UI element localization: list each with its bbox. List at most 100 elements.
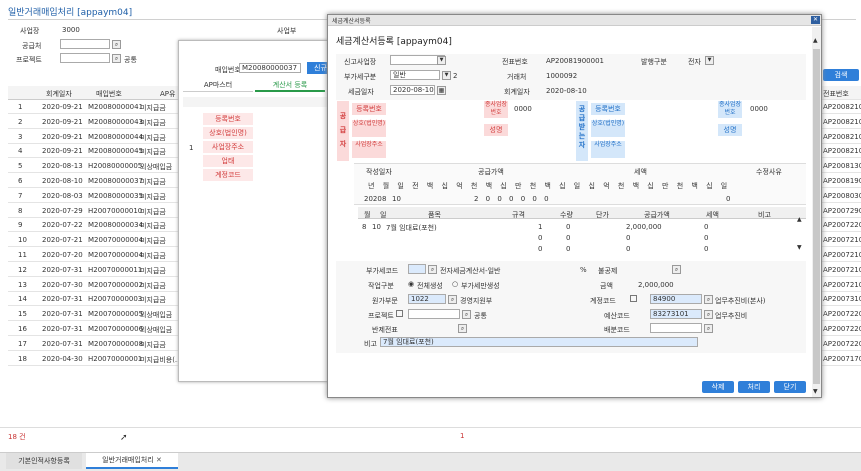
vendor-input[interactable] — [60, 39, 110, 49]
vat-select[interactable]: 일반 — [390, 70, 440, 80]
right-col-row[interactable]: AP20071700 — [818, 351, 861, 366]
acct-code-input[interactable]: 84900 — [650, 294, 702, 304]
table-row[interactable]: 8 2020-07-29 H20070000010 미지급금 — [8, 204, 184, 218]
table-row[interactable]: 11 2020-07-20 M20070000004 미지급금 — [8, 248, 184, 262]
items-scrollbar[interactable] — [819, 209, 827, 257]
close-button[interactable]: 닫기 — [774, 381, 806, 393]
vat-code-input[interactable] — [408, 264, 426, 274]
dist-input[interactable] — [650, 323, 702, 333]
right-col-row[interactable]: AP20082100 — [818, 144, 861, 159]
item-supply[interactable]: 0 — [626, 234, 630, 242]
right-col-row[interactable]: AP20072200 — [818, 307, 861, 322]
vat-chevron-down-icon[interactable]: ▼ — [442, 71, 451, 80]
orig-dept-search-icon[interactable]: ⌕ — [448, 295, 457, 304]
table-row[interactable]: 7 2020-08-03 M20080000035 미지급금 — [8, 189, 184, 203]
row-date: 2020-07-31 — [42, 265, 83, 274]
project-checkbox[interactable] — [396, 310, 403, 317]
vat-code-search-icon[interactable]: ⌕ — [428, 265, 437, 274]
right-col-row[interactable]: AP20082100 — [818, 114, 861, 129]
item-price[interactable]: 0 — [566, 245, 570, 253]
table-row[interactable]: 14 2020-07-31 H20070000003 미지급금 — [8, 292, 184, 307]
right-col-row[interactable]: AP20072200 — [818, 322, 861, 336]
row-date: 2020-04-30 — [42, 354, 83, 363]
orig-dept-input[interactable]: 1022 — [408, 294, 446, 304]
vendor-search-icon[interactable]: ⌕ — [112, 40, 121, 49]
items-scroll-down-icon[interactable]: ▼ — [797, 244, 802, 251]
item-supply[interactable]: 2,000,000 — [626, 223, 662, 231]
opt-all-radio[interactable]: ◉ — [408, 280, 414, 288]
item-name[interactable]: 7월 임대료(포천) — [386, 223, 437, 233]
budget-input[interactable]: 83273101 — [650, 309, 702, 319]
memo-input[interactable]: 7월 임대료(포천) — [380, 337, 698, 347]
rpt-bizplace-chevron-down-icon[interactable]: ▼ — [437, 56, 446, 65]
tax-date-input[interactable]: 2020-08-10 — [390, 85, 435, 95]
table-row[interactable]: 10 2020-07-21 M20070000004 미지급금 — [8, 233, 184, 248]
item-qty[interactable]: 0 — [538, 234, 542, 242]
right-col-row[interactable]: AP20073100 — [818, 292, 861, 307]
scroll-up-icon[interactable]: ▲ — [813, 37, 818, 44]
purchase-no-input[interactable]: M20080000037 — [239, 63, 301, 73]
row-date: 2020-08-13 — [42, 162, 83, 171]
row-date: 2020-07-31 — [42, 339, 83, 348]
right-col-row[interactable]: AP20082100 — [818, 100, 861, 114]
tab-basic-info[interactable]: 기본인적사항등록 — [6, 453, 82, 469]
item-tax[interactable]: 0 — [704, 245, 708, 253]
right-col-row[interactable]: AP20072100 — [818, 262, 861, 277]
right-col-row[interactable]: AP20072200 — [818, 336, 861, 351]
acct-code-search-icon[interactable]: ⌕ — [704, 295, 713, 304]
right-col-row[interactable]: AP20072100 — [818, 277, 861, 292]
table-row[interactable]: 2 2020-09-21 M20080000043 미지급금 — [8, 115, 184, 129]
item-price[interactable]: 0 — [566, 223, 570, 231]
item-qty[interactable]: 0 — [538, 245, 542, 253]
right-col-row[interactable]: AP20080300 — [818, 188, 861, 203]
digit-label: 천 — [676, 182, 684, 190]
project-search-icon[interactable]: ⌕ — [112, 54, 121, 63]
return-search-icon[interactable]: ⌕ — [458, 324, 467, 333]
item-m[interactable]: 8 — [362, 223, 366, 231]
project-input-dlg[interactable] — [408, 309, 460, 319]
process-button[interactable]: 처리 — [738, 381, 770, 393]
calendar-icon[interactable]: ▦ — [437, 86, 446, 95]
project-input[interactable] — [60, 53, 110, 63]
opt-vat-radio[interactable]: ○ — [452, 280, 458, 288]
search-button[interactable]: 검색 — [823, 69, 859, 81]
deduct-search-icon[interactable]: ⌕ — [672, 265, 681, 274]
table-row[interactable]: 5 2020-08-13 H20080000005 외상매입금 — [8, 159, 184, 174]
item-qty[interactable]: 1 — [538, 223, 542, 231]
row-type: 미지급금 — [140, 178, 166, 186]
table-row[interactable]: 4 2020-09-21 M20080000045 미지급금 — [8, 144, 184, 159]
table-row[interactable]: 9 2020-07-22 M20080000034 미지급금 — [8, 218, 184, 233]
table-row[interactable]: 15 2020-07-31 M20070000005 외상매입금 — [8, 307, 184, 322]
table-row[interactable]: 13 2020-07-30 M20070000002 미지급금 — [8, 278, 184, 292]
right-col-row[interactable]: AP20082100 — [818, 129, 861, 144]
items-scroll-up-icon[interactable]: ▲ — [797, 216, 802, 223]
table-row[interactable]: 3 2020-09-21 M20080000044 미지급금 — [8, 130, 184, 144]
budget-search-icon[interactable]: ⌕ — [704, 310, 713, 319]
item-price[interactable]: 0 — [566, 234, 570, 242]
project-search-icon-dlg[interactable]: ⌕ — [462, 310, 471, 319]
tab-ap-master[interactable]: AP마스터 — [183, 80, 253, 92]
table-row[interactable]: 16 2020-07-31 M20070000006 외상매입금 — [8, 322, 184, 336]
right-col-row[interactable]: AP20081300 — [818, 159, 861, 174]
delete-button[interactable]: 삭제 — [702, 381, 734, 393]
tab-general-purchase[interactable]: 일반거래매입처리 ✕ — [86, 453, 178, 469]
right-col-row[interactable]: AP20081900 — [818, 174, 861, 188]
tab-tax-register[interactable]: 계산서 등록 — [255, 80, 325, 92]
table-row[interactable]: 1 2020-09-21 M20080000041 미지급금 — [8, 100, 184, 114]
issue-chevron-down-icon[interactable]: ▼ — [705, 56, 714, 65]
close-icon[interactable]: ✕ — [156, 456, 162, 464]
tab-general-purchase-label: 일반거래매입처리 — [102, 456, 154, 464]
table-row[interactable]: 6 2020-08-10 M20080000037 미지급금 — [8, 174, 184, 188]
item-supply[interactable]: 0 — [626, 245, 630, 253]
item-d[interactable]: 10 — [372, 223, 381, 231]
table-row[interactable]: 18 2020-04-30 H20070000001 미지급비용(... — [8, 352, 184, 366]
dialog-close-icon[interactable]: ✕ — [811, 16, 820, 24]
item-tax[interactable]: 0 — [704, 223, 708, 231]
table-row[interactable]: 12 2020-07-31 H20070000011 미지급금 — [8, 263, 184, 277]
acct-code-checkbox[interactable] — [630, 295, 637, 302]
right-col-value: AP20072100 — [823, 280, 861, 289]
dist-search-icon[interactable]: ⌕ — [704, 324, 713, 333]
item-tax[interactable]: 0 — [704, 234, 708, 242]
table-row[interactable]: 17 2020-07-31 M20070000008 미지급금 — [8, 337, 184, 351]
scroll-down-icon[interactable]: ▼ — [813, 388, 818, 395]
